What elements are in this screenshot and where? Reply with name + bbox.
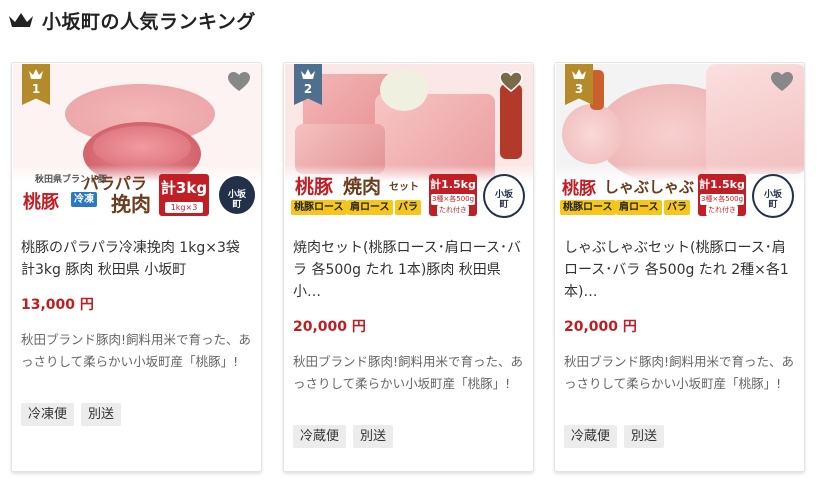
product-price: 20,000 円 bbox=[564, 319, 637, 335]
product-name[interactable]: 焼肉セット(桃豚ロース･肩ロース･バラ 各500g たれ 1本)豚肉 秋田県 小… bbox=[293, 237, 525, 303]
product-card[interactable]: 桃豚 しゃぶしゃぶ 桃豚ロース 肩ロース バラ 計1.5kg 3種×各500g … bbox=[554, 62, 805, 472]
crown-icon bbox=[29, 69, 43, 79]
product-name[interactable]: 桃豚のパラパラ冷凍挽肉 1kg×3袋 計3kg 豚肉 秋田県 小坂町 bbox=[21, 237, 253, 281]
product-image[interactable]: 秋田県ブランド豚 桃豚 パラパラ 挽肉 冷凍 計3kg 1kg×3 小坂町 bbox=[13, 64, 261, 221]
product-description: 秋田ブランド豚肉!飼料用米で育った、あっさりして柔らかい小坂町産「桃豚」! bbox=[21, 332, 252, 369]
shipping-tag: 冷蔵便 bbox=[293, 425, 347, 448]
separate-tag: 別送 bbox=[81, 403, 122, 426]
tag-list: 冷蔵便 別送 bbox=[293, 425, 394, 448]
heart-icon[interactable] bbox=[227, 71, 251, 93]
shipping-tag: 冷凍便 bbox=[21, 403, 75, 426]
heart-icon[interactable] bbox=[499, 71, 523, 93]
tag-list: 冷蔵便 別送 bbox=[564, 425, 665, 448]
ranking-header: 小坂町の人気ランキング bbox=[8, 6, 256, 34]
crown-icon bbox=[301, 69, 315, 79]
product-price: 20,000 円 bbox=[293, 319, 366, 335]
shipping-tag: 冷蔵便 bbox=[564, 425, 618, 448]
product-price: 13,000 円 bbox=[21, 297, 94, 313]
crown-icon bbox=[572, 69, 586, 79]
crown-icon bbox=[9, 13, 33, 27]
page-title: 小坂町の人気ランキング bbox=[42, 10, 256, 33]
product-card[interactable]: 桃豚 焼肉 セット 桃豚ロース 肩ロース バラ 計1.5kg 3種×各500g … bbox=[283, 62, 534, 472]
heart-icon[interactable] bbox=[770, 71, 794, 93]
product-card[interactable]: 秋田県ブランド豚 桃豚 パラパラ 挽肉 冷凍 計3kg 1kg×3 小坂町 1 … bbox=[11, 62, 262, 472]
product-description: 秋田ブランド豚肉!飼料用米で育った、あっさりして柔らかい小坂町産「桃豚」! bbox=[564, 354, 795, 391]
tag-list: 冷凍便 別送 bbox=[21, 403, 122, 426]
product-description: 秋田ブランド豚肉!飼料用米で育った、あっさりして柔らかい小坂町産「桃豚」! bbox=[293, 354, 524, 391]
product-image[interactable]: 桃豚 しゃぶしゃぶ 桃豚ロース 肩ロース バラ 計1.5kg 3種×各500g … bbox=[556, 64, 804, 221]
separate-tag: 別送 bbox=[353, 425, 394, 448]
separate-tag: 別送 bbox=[624, 425, 665, 448]
product-image[interactable]: 桃豚 焼肉 セット 桃豚ロース 肩ロース バラ 計1.5kg 3種×各500g … bbox=[285, 64, 533, 221]
product-name[interactable]: しゃぶしゃぶセット(桃豚ロース･肩ロース･バラ 各500g たれ 2種×各1本)… bbox=[564, 237, 796, 303]
